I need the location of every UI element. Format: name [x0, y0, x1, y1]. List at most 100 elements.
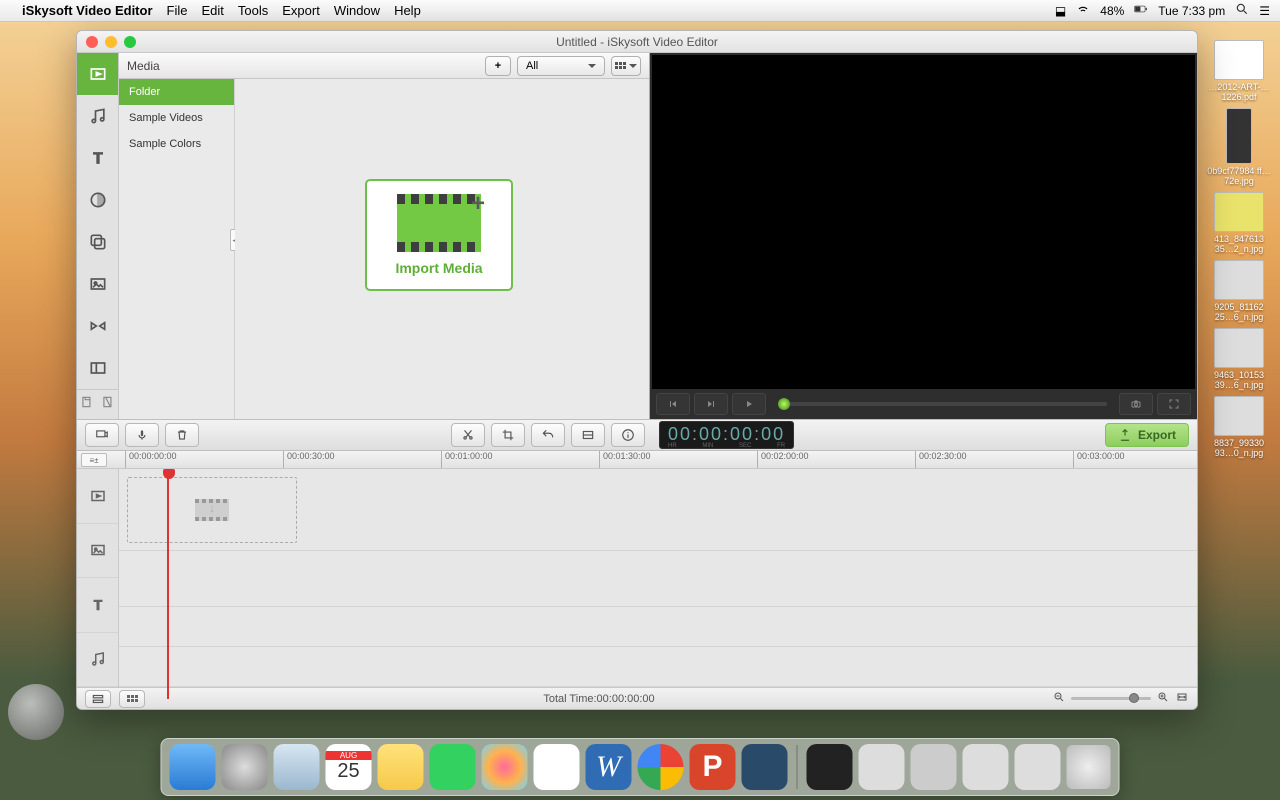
cut-button[interactable]: [451, 423, 485, 447]
delete-folder-icon[interactable]: [101, 395, 115, 414]
redo-ratio-button[interactable]: [571, 423, 605, 447]
window-titlebar[interactable]: Untitled - iSkysoft Video Editor: [77, 31, 1197, 53]
nav-overlays[interactable]: [77, 221, 118, 263]
dock-messages[interactable]: [430, 744, 476, 790]
nav-filters[interactable]: [77, 179, 118, 221]
sidebar-item-folder[interactable]: Folder: [119, 79, 234, 105]
desktop-file[interactable]: 413_847613 35…2_n.jpg: [1204, 192, 1274, 254]
dock-video-editor[interactable]: [742, 744, 788, 790]
sidebar-item-sample-colors[interactable]: Sample Colors: [119, 131, 234, 157]
dock-calendar[interactable]: AUG 25: [326, 744, 372, 790]
dock-word[interactable]: W: [586, 744, 632, 790]
track-lanes[interactable]: ↓: [119, 469, 1197, 687]
battery-icon[interactable]: [1134, 2, 1148, 19]
dock: AUG 25 W P: [161, 738, 1120, 796]
desktop-file[interactable]: 0b9cf77984 ff…72e.jpg: [1204, 108, 1274, 186]
snapshot-button[interactable]: [1119, 393, 1153, 415]
playhead[interactable]: [167, 469, 169, 699]
video-lane[interactable]: ↓: [119, 469, 1197, 551]
drop-hint: ↓: [127, 477, 297, 543]
dock-app-grid[interactable]: [534, 744, 580, 790]
dock-minimized-window[interactable]: [911, 744, 957, 790]
crop-button[interactable]: [491, 423, 525, 447]
record-screen-button[interactable]: [85, 423, 119, 447]
ruler-mark: 00:00:00:00: [125, 451, 177, 468]
menubar-clock[interactable]: Tue 7:33 pm: [1158, 4, 1225, 18]
preview-panel: [649, 53, 1197, 419]
text-lane[interactable]: [119, 607, 1197, 647]
menu-help[interactable]: Help: [394, 3, 421, 18]
menu-file[interactable]: File: [167, 3, 188, 18]
zoom-slider[interactable]: [1071, 697, 1151, 700]
nav-text[interactable]: [77, 137, 118, 179]
view-mode-button[interactable]: [611, 56, 641, 76]
desktop-file[interactable]: …2012-ART-…1226.pdf: [1204, 40, 1274, 102]
dropbox-icon[interactable]: ⬓: [1055, 4, 1066, 18]
timeline-ruler[interactable]: ≡± 00:00:00:0000:00:30:0000:01:00:0000:0…: [77, 451, 1197, 469]
desktop-widget-bulb: [8, 684, 64, 740]
add-media-button[interactable]: +: [485, 56, 511, 76]
ruler-mark: 00:03:00:00: [1073, 451, 1125, 468]
audio-lane[interactable]: [119, 647, 1197, 687]
image-track-icon[interactable]: [77, 524, 118, 579]
export-button[interactable]: Export: [1105, 423, 1189, 447]
nav-transitions[interactable]: [77, 305, 118, 347]
menu-tools[interactable]: Tools: [238, 3, 268, 18]
dock-finder[interactable]: [170, 744, 216, 790]
desktop-file[interactable]: 9205_81162 25…6_n.jpg: [1204, 260, 1274, 322]
wifi-icon[interactable]: [1076, 2, 1090, 19]
delete-button[interactable]: [165, 423, 199, 447]
notification-center-icon[interactable]: ☰: [1259, 4, 1270, 18]
media-panel: Media + All Folder Sample Videos Sample …: [119, 53, 649, 419]
dock-p-app[interactable]: P: [690, 744, 736, 790]
preview-scrubber[interactable]: [778, 402, 1107, 406]
dock-minimized-window[interactable]: [859, 744, 905, 790]
desktop-file[interactable]: 8837_99330 93…0_n.jpg: [1204, 396, 1274, 458]
dock-minimized-window[interactable]: [807, 744, 853, 790]
desktop-file[interactable]: 9463_10153 39…6_n.jpg: [1204, 328, 1274, 390]
nav-split[interactable]: [77, 347, 118, 389]
prev-frame-button[interactable]: [656, 393, 690, 415]
record-voiceover-button[interactable]: [125, 423, 159, 447]
zoom-fit-icon[interactable]: [1175, 691, 1189, 706]
nav-music[interactable]: [77, 95, 118, 137]
sidebar-item-sample-videos[interactable]: Sample Videos: [119, 105, 234, 131]
text-track-icon[interactable]: [77, 578, 118, 633]
nav-media[interactable]: [77, 53, 118, 95]
dock-notes[interactable]: [378, 744, 424, 790]
media-filter-select[interactable]: All: [517, 56, 605, 76]
window-minimize-button[interactable]: [105, 36, 117, 48]
timeline-view-b[interactable]: [119, 690, 145, 708]
video-track-icon[interactable]: [77, 469, 118, 524]
info-button[interactable]: [611, 423, 645, 447]
dock-photos[interactable]: [482, 744, 528, 790]
zoom-out-icon[interactable]: [1053, 691, 1065, 706]
undo-button[interactable]: [531, 423, 565, 447]
audio-track-icon[interactable]: [77, 633, 118, 688]
menu-export[interactable]: Export: [282, 3, 320, 18]
menu-edit[interactable]: Edit: [201, 3, 223, 18]
play-button[interactable]: [732, 393, 766, 415]
app-name[interactable]: iSkysoft Video Editor: [22, 3, 153, 18]
menu-window[interactable]: Window: [334, 3, 380, 18]
timeline-view-a[interactable]: [85, 690, 111, 708]
dock-trash[interactable]: [1067, 745, 1111, 789]
dock-launchpad[interactable]: [222, 744, 268, 790]
new-folder-icon[interactable]: [80, 395, 94, 414]
ruler-options-button[interactable]: ≡±: [81, 453, 107, 467]
import-media-tile[interactable]: + Import Media: [365, 179, 513, 291]
window-zoom-button[interactable]: [124, 36, 136, 48]
dock-minimized-window[interactable]: [1015, 744, 1061, 790]
preview-viewport[interactable]: [652, 55, 1195, 389]
dock-minimized-window[interactable]: [963, 744, 1009, 790]
dock-mail[interactable]: [274, 744, 320, 790]
media-bin[interactable]: + Import Media: [235, 79, 649, 419]
zoom-in-icon[interactable]: [1157, 691, 1169, 706]
spotlight-icon[interactable]: [1235, 2, 1249, 19]
nav-elements[interactable]: [77, 263, 118, 305]
image-lane[interactable]: [119, 551, 1197, 607]
next-frame-button[interactable]: [694, 393, 728, 415]
fullscreen-button[interactable]: [1157, 393, 1191, 415]
dock-chrome[interactable]: [638, 744, 684, 790]
window-close-button[interactable]: [86, 36, 98, 48]
